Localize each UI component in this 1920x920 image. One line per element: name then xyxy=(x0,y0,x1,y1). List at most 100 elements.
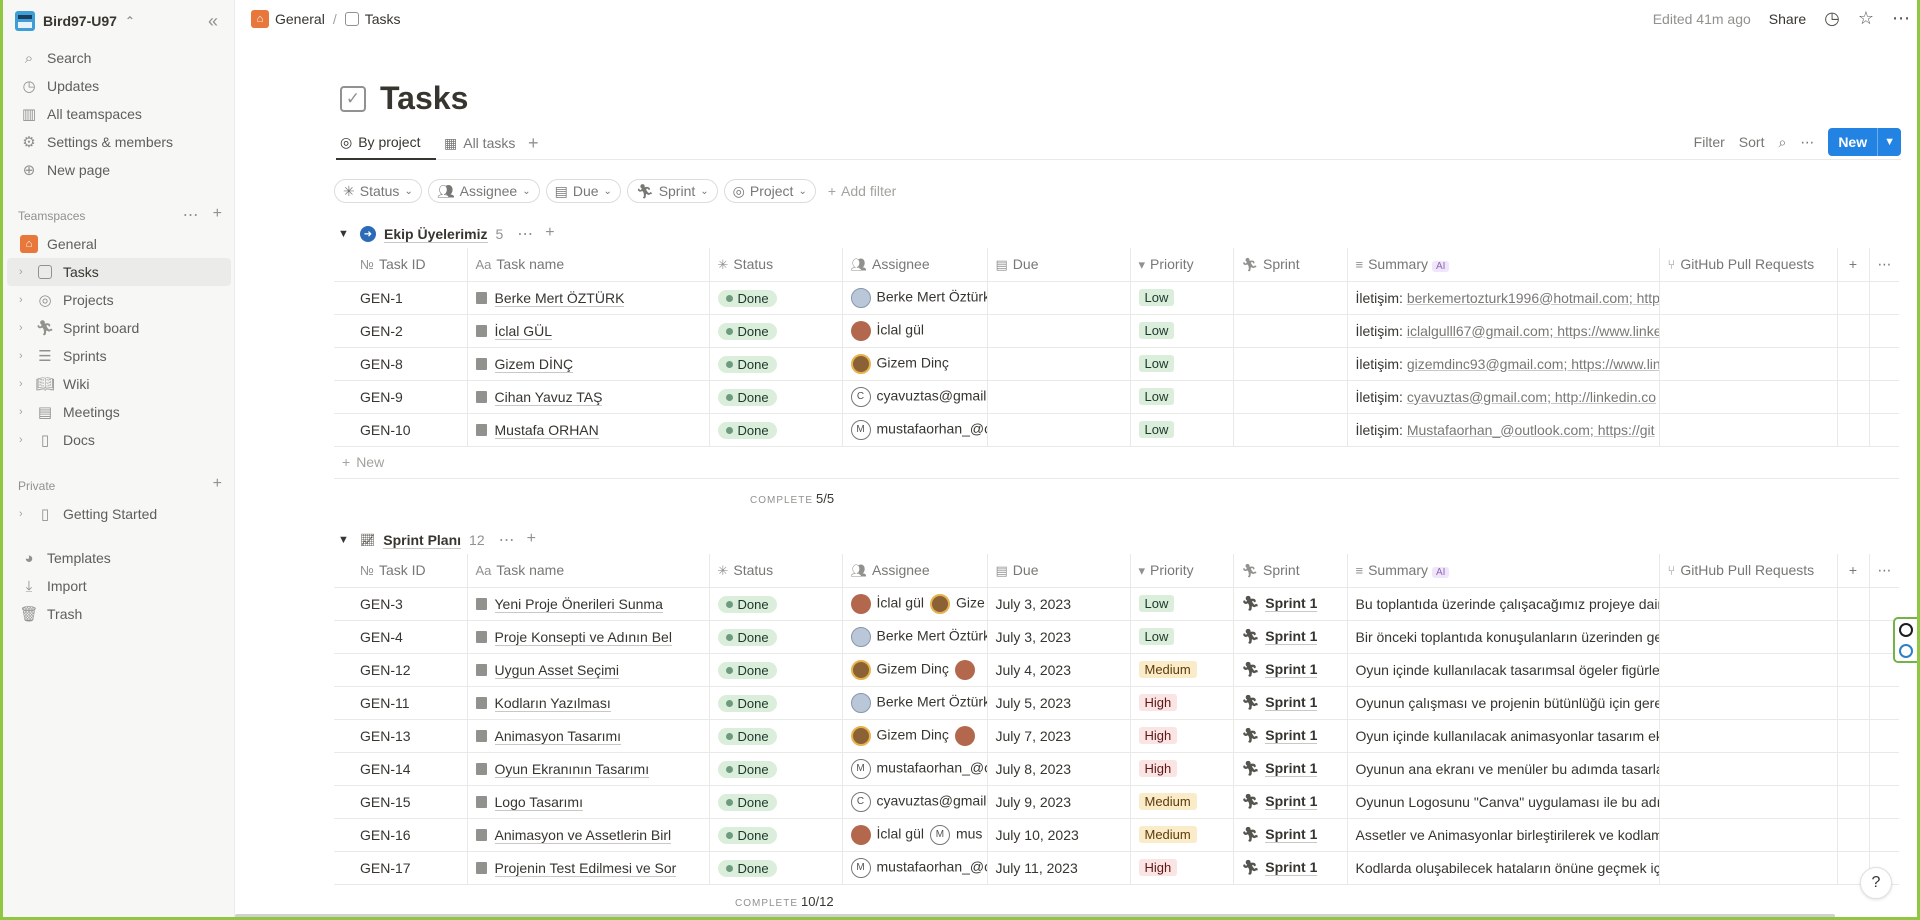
sidebar-item-projects[interactable]: › ◎ Projects xyxy=(7,286,231,314)
github-pr-cell[interactable] xyxy=(1659,719,1838,753)
sprint-cell[interactable]: 🏃︎ Sprint 1 xyxy=(1233,620,1348,654)
github-pr-cell[interactable] xyxy=(1659,851,1838,885)
column-header[interactable]: 👥︎ Assignee xyxy=(842,248,988,282)
priority-cell[interactable]: Medium xyxy=(1130,785,1234,819)
task-name-cell[interactable]: Gizem DİNÇ xyxy=(467,347,710,381)
github-pr-cell[interactable] xyxy=(1659,380,1838,414)
breadcrumb-tasks[interactable]: Tasks xyxy=(365,11,401,27)
github-pr-cell[interactable] xyxy=(1659,620,1838,654)
sidebar-item-tasks[interactable]: › Tasks xyxy=(7,258,231,286)
sidebar-item-search[interactable]: ⌕ Search xyxy=(7,44,231,72)
chevron-right-icon[interactable]: › xyxy=(19,322,23,334)
sidebar-item-getting-started[interactable]: › ▯ Getting Started xyxy=(7,500,231,528)
column-header[interactable]: ✳ Status xyxy=(709,554,843,588)
table-row[interactable]: GEN-13 Animasyon Tasarımı Done Gizem Dinç Ju… xyxy=(334,719,1899,753)
assignee-cell[interactable]: Ccyavuztas@gmail. xyxy=(842,785,988,819)
more-icon[interactable]: ⋯ xyxy=(1869,554,1899,588)
task-name-cell[interactable]: Animasyon Tasarımı xyxy=(467,719,710,753)
collapse-sidebar-icon[interactable]: « xyxy=(201,9,225,33)
task-name-cell[interactable]: Berke Mert ÖZTÜRK xyxy=(467,281,710,315)
sprint-cell[interactable]: 🏃︎ Sprint 1 xyxy=(1233,719,1348,753)
task-name[interactable]: Yeni Proje Önerileri Sunma xyxy=(494,595,663,613)
priority-cell[interactable]: Medium xyxy=(1130,818,1234,852)
task-name[interactable]: Logo Tasarımı xyxy=(494,793,583,811)
summary-link[interactable]: iclalgulll67@gmail.com; https://www.link… xyxy=(1407,323,1658,339)
column-header[interactable]: ▤ Due xyxy=(987,248,1131,282)
summary-link[interactable]: cyavuztas@gmail.com; http://linkedin.co xyxy=(1407,389,1656,405)
assignee-cell[interactable]: Gizem Dinç xyxy=(842,653,988,687)
sidebar-item-wiki[interactable]: › 📖︎ Wiki xyxy=(7,370,231,398)
breadcrumb-general[interactable]: General xyxy=(275,11,325,27)
summary-cell[interactable]: Oyunun ana ekranı ve menüler bu adımda t… xyxy=(1347,752,1660,786)
sprint-link[interactable]: Sprint 1 xyxy=(1265,727,1318,744)
summary-cell[interactable]: Assetler ve Animasyonlar birleştirilerek… xyxy=(1347,818,1660,852)
sprint-cell[interactable] xyxy=(1233,347,1348,381)
priority-cell[interactable]: Low xyxy=(1130,413,1234,447)
sprint-cell[interactable] xyxy=(1233,314,1348,348)
table-row[interactable]: GEN-3 Yeni Proje Önerileri Sunma Done İclal… xyxy=(334,587,1899,621)
filter-due[interactable]: ▤ Due ⌄ xyxy=(545,179,621,203)
github-pr-cell[interactable] xyxy=(1659,785,1838,819)
sort-button[interactable]: Sort xyxy=(1739,134,1765,150)
help-button[interactable]: ? xyxy=(1860,867,1892,899)
page-title-text[interactable]: Tasks xyxy=(380,80,468,117)
status-cell[interactable]: Done xyxy=(709,380,843,414)
sprint-link[interactable]: Sprint 1 xyxy=(1265,661,1318,678)
table-row[interactable]: GEN-8 Gizem DİNÇ Done Gizem Dinç Low İletişim… xyxy=(334,347,1899,381)
sprint-cell[interactable]: 🏃︎ Sprint 1 xyxy=(1233,818,1348,852)
sidebar-item-updates[interactable]: ◷ Updates xyxy=(7,72,231,100)
task-name[interactable]: Projenin Test Edilmesi ve Sor xyxy=(494,859,677,877)
task-name[interactable]: Kodların Yazılması xyxy=(494,694,611,712)
assignee-cell[interactable]: Berke Mert Öztürk xyxy=(842,281,988,315)
status-cell[interactable]: Done xyxy=(709,752,843,786)
filter-status[interactable]: ✳ Status ⌄ xyxy=(334,179,422,203)
tab-by-project[interactable]: ◎ By project xyxy=(336,126,436,160)
group-name[interactable]: Sprint Planı xyxy=(383,532,462,549)
sidebar-item-all-teamspaces[interactable]: ▥ All teamspaces xyxy=(7,100,231,128)
chevron-right-icon[interactable]: › xyxy=(19,266,23,278)
search-icon[interactable]: ⌕ xyxy=(1778,134,1786,151)
due-date[interactable]: July 7, 2023 xyxy=(987,719,1131,753)
due-date[interactable] xyxy=(987,314,1131,348)
sprint-cell[interactable]: 🏃︎ Sprint 1 xyxy=(1233,785,1348,819)
task-name-cell[interactable]: Cihan Yavuz TAŞ xyxy=(467,380,710,414)
assignee-cell[interactable]: Berke Mert Öztürk xyxy=(842,686,988,720)
status-cell[interactable]: Done xyxy=(709,719,843,753)
more-icon[interactable]: ⋯ xyxy=(517,224,533,244)
column-header[interactable]: 👥︎ Assignee xyxy=(842,554,988,588)
new-row-button[interactable]: + New xyxy=(334,446,1899,479)
due-date[interactable] xyxy=(987,347,1131,381)
column-header[interactable]: 🏃︎ Sprint xyxy=(1233,554,1348,588)
filter-sprint[interactable]: 🏃︎ Sprint ⌄ xyxy=(626,179,718,203)
sprint-cell[interactable]: 🏃︎ Sprint 1 xyxy=(1233,653,1348,687)
sprint-link[interactable]: Sprint 1 xyxy=(1265,793,1318,810)
summary-link[interactable]: berkemertozturk1996@hotmail.com; http xyxy=(1407,290,1658,306)
due-date[interactable]: July 5, 2023 xyxy=(987,686,1131,720)
add-icon[interactable]: + xyxy=(527,530,536,550)
assignee-cell[interactable]: Gizem Dinç xyxy=(842,719,988,753)
sidebar-item-new-page[interactable]: ⊕ New page xyxy=(7,156,231,184)
close-icon[interactable] xyxy=(1899,622,1913,637)
more-icon[interactable]: ⋯ xyxy=(183,205,199,225)
sidebar-item-sprint-board[interactable]: › 🏃︎ Sprint board xyxy=(7,314,231,342)
add-view-icon[interactable]: + xyxy=(528,133,539,154)
github-pr-cell[interactable] xyxy=(1659,587,1838,621)
column-header[interactable]: ≡ Summary AI xyxy=(1347,248,1660,282)
chevron-right-icon[interactable]: › xyxy=(19,350,23,362)
github-pr-cell[interactable] xyxy=(1659,818,1838,852)
priority-cell[interactable]: High xyxy=(1130,719,1234,753)
task-name-cell[interactable]: Proje Konsepti ve Adının Bel xyxy=(467,620,710,654)
sprint-link[interactable]: Sprint 1 xyxy=(1265,859,1318,876)
summary-cell[interactable]: Kodlarda oluşabilecek hataların önüne ge… xyxy=(1347,851,1660,885)
assignee-cell[interactable]: Berke Mert Öztürk xyxy=(842,620,988,654)
task-name[interactable]: Proje Konsepti ve Adının Bel xyxy=(494,628,672,646)
column-header[interactable]: 🏃︎ Sprint xyxy=(1233,248,1348,282)
table-row[interactable]: GEN-16 Animasyon ve Assetlerin Birl Done İc… xyxy=(334,818,1899,852)
filter-project[interactable]: ◎ Project ⌄ xyxy=(723,179,816,203)
summary-cell[interactable]: İletişim: iclalgulll67@gmail.com; https:… xyxy=(1347,314,1660,348)
table-row[interactable]: GEN-2 İclal GÜL Done İclal gül Low İletişim: … xyxy=(334,314,1899,348)
sidebar-item-templates[interactable]: ◕ Templates xyxy=(7,544,231,572)
assignee-cell[interactable]: Mmustafaorhan_@c xyxy=(842,851,988,885)
assignee-cell[interactable]: Mmustafaorhan_@c xyxy=(842,413,988,447)
chevron-right-icon[interactable]: › xyxy=(19,406,23,418)
